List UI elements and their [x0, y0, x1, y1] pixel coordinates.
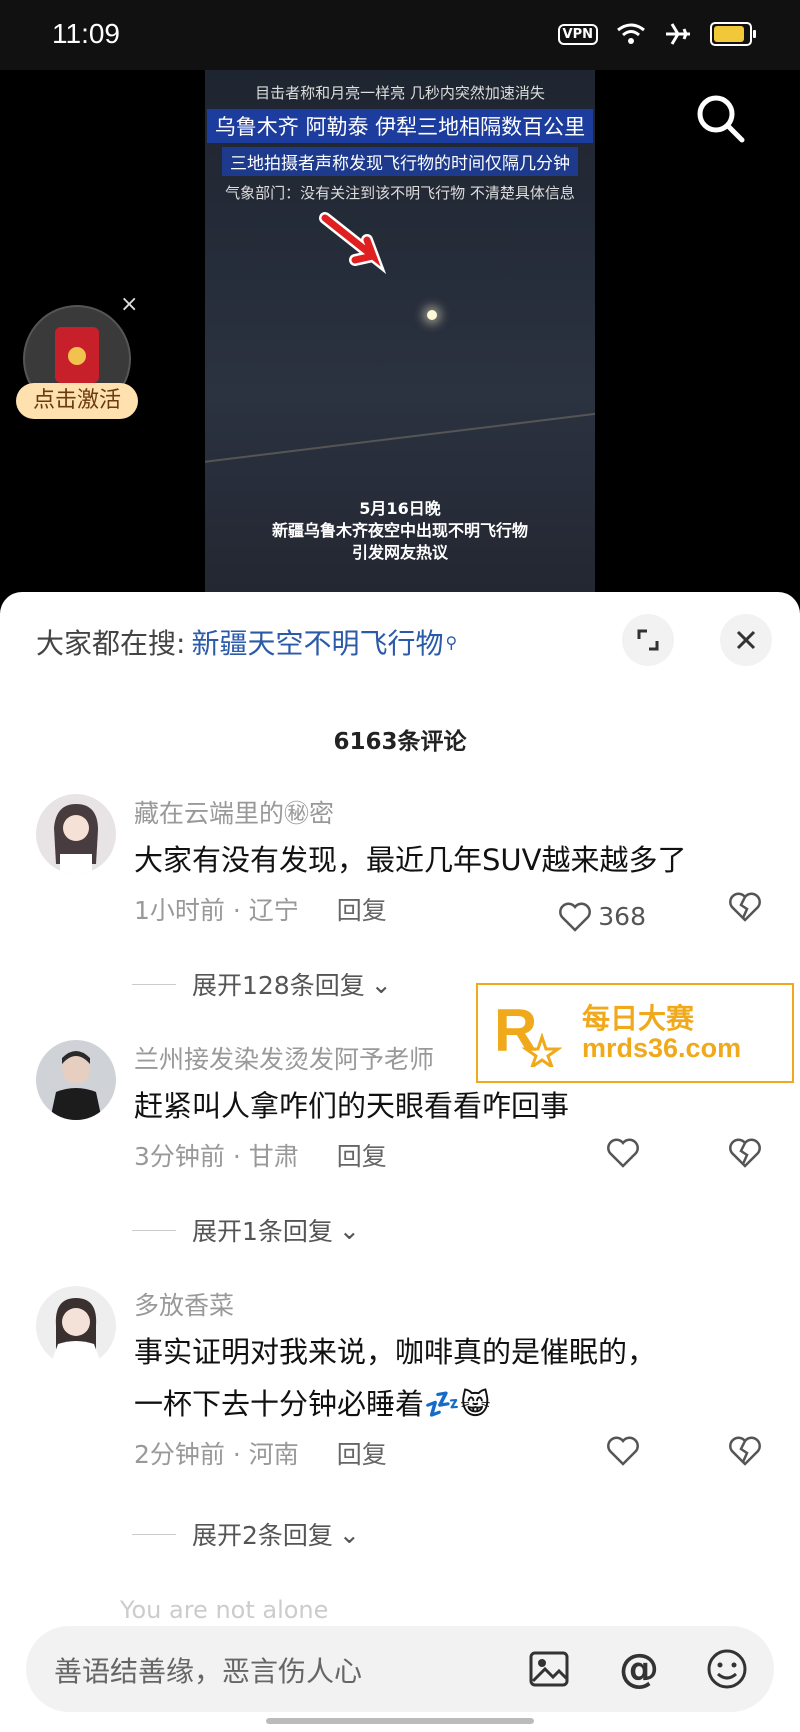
comment-meta: 3分钟前 · 甘肃 回复	[134, 1132, 766, 1182]
trending-term[interactable]: 新疆天空不明飞行物	[191, 622, 443, 662]
mention-icon[interactable]: @	[614, 1644, 664, 1694]
comment-meta: 2分钟前 · 河南 回复	[134, 1430, 766, 1480]
avatar[interactable]	[36, 794, 116, 874]
logo-icon: R	[494, 997, 562, 1067]
dislike-icon[interactable]	[728, 1138, 762, 1168]
chevron-down-icon: ⌄	[338, 1215, 360, 1245]
red-arrow-icon	[319, 212, 387, 275]
comment-meta: 1小时前 · 辽宁 回复 368	[134, 886, 766, 936]
like-count: 368	[598, 902, 646, 931]
battery-icon	[710, 22, 756, 46]
heart-icon	[607, 1138, 639, 1168]
vpn-icon: VPN	[557, 23, 598, 45]
chevron-down-icon: ⌄	[338, 1519, 360, 1549]
heart-icon	[559, 902, 592, 932]
like-button[interactable]	[606, 1138, 646, 1168]
comment-username[interactable]: 多放香菜	[134, 1286, 766, 1326]
next-comment-username: You are not alone	[120, 1596, 329, 1624]
caption-line: 引发网友热议	[351, 543, 448, 562]
airplane-icon	[666, 23, 690, 45]
expand-replies-label: 展开2条回复	[192, 1521, 333, 1550]
expand-replies-label: 展开1条回复	[192, 1217, 333, 1246]
trending-search[interactable]: 大家都在搜: 新疆天空不明飞行物 ⚲	[36, 622, 457, 662]
video-player[interactable]: 目击者称和月亮一样亮 几秒内突然加速消失 乌鲁木齐 阿勒泰 伊犁三地相隔数百公里…	[0, 70, 800, 610]
power-wire	[205, 410, 595, 464]
close-panel-button[interactable]	[720, 614, 772, 666]
comment-text: 大家有没有发现，最近几年SUV越来越多了	[134, 843, 687, 877]
status-bar: 11:09 VPN	[0, 0, 800, 70]
comment-text: 赶紧叫人拿咋们的天眼看看咋回事	[134, 1089, 570, 1123]
watermark-url: mrds36.com	[582, 1033, 742, 1063]
reply-button[interactable]: 回复	[337, 896, 387, 925]
status-time: 11:09	[52, 18, 120, 49]
comment-input[interactable]: 善语结善缘，恶言伤人心 @	[26, 1626, 774, 1712]
red-packet-widget[interactable]: 点击激活	[16, 305, 138, 419]
wifi-icon	[617, 23, 645, 44]
avatar[interactable]	[36, 1040, 116, 1120]
caption-line: 新疆乌鲁木齐夜空中出现不明飞行物	[271, 521, 528, 540]
search-icon[interactable]	[692, 90, 748, 146]
watermark-badge: R 每日大赛 mrds36.com	[476, 983, 794, 1083]
dislike-icon[interactable]	[728, 1436, 762, 1466]
reply-button[interactable]: 回复	[337, 1440, 387, 1469]
chevron-down-icon: ⌄	[370, 969, 392, 999]
like-button[interactable]: 368	[558, 892, 646, 942]
status-icons: VPN	[557, 22, 756, 46]
caption-line: 目击者称和月亮一样亮 几秒内突然加速消失	[255, 84, 545, 102]
comment-time-location: 3分钟前 · 甘肃	[134, 1142, 299, 1171]
home-indicator[interactable]	[266, 1718, 534, 1724]
comment-input-placeholder: 善语结善缘，恶言伤人心	[54, 1655, 363, 1688]
comment-text: 事实证明对我来说，咖啡真的是催眠的，	[134, 1335, 657, 1369]
activate-button[interactable]: 点击激活	[16, 383, 138, 419]
battery-level	[714, 26, 745, 42]
comment-username[interactable]: 藏在云端里的㊙密	[134, 794, 766, 834]
comment-time-location: 1小时前 · 辽宁	[134, 896, 299, 925]
dislike-icon[interactable]	[728, 892, 762, 922]
expand-replies-button[interactable]: 展开128条回复 ⌄	[132, 966, 392, 1002]
expand-replies-button[interactable]: 展开2条回复 ⌄	[132, 1516, 360, 1552]
video-frame[interactable]: 目击者称和月亮一样亮 几秒内突然加速消失 乌鲁木齐 阿勒泰 伊犁三地相隔数百公里…	[205, 70, 595, 610]
avatar[interactable]	[36, 1286, 116, 1366]
ufo-light	[427, 310, 437, 320]
comment-count: 6163条评论	[333, 729, 467, 755]
caption-line: 三地拍摄者声称发现飞行物的时间仅隔几分钟	[222, 147, 578, 176]
heart-icon	[607, 1436, 639, 1466]
caption-line: 乌鲁木齐 阿勒泰 伊犁三地相隔数百公里	[206, 109, 594, 143]
search-small-icon: ⚲	[445, 632, 458, 652]
video-captions-top: 目击者称和月亮一样亮 几秒内突然加速消失 乌鲁木齐 阿勒泰 伊犁三地相隔数百公里…	[205, 80, 595, 205]
caption-line: 气象部门：没有关注到该不明飞行物 不清楚具体信息	[225, 184, 575, 202]
image-icon[interactable]	[524, 1644, 574, 1694]
comment-text: 一杯下去十分钟必睡着💤😸	[134, 1387, 491, 1421]
reply-button[interactable]: 回复	[337, 1142, 387, 1171]
like-button[interactable]	[606, 1436, 646, 1466]
expand-replies-button[interactable]: 展开1条回复 ⌄	[132, 1212, 360, 1248]
emoji-icon[interactable]	[702, 1644, 752, 1694]
caption-line: 5月16日晚	[359, 499, 441, 518]
comment-time-location: 2分钟前 · 河南	[134, 1440, 299, 1469]
comment-item: 多放香菜 事实证明对我来说，咖啡真的是催眠的， 一杯下去十分钟必睡着💤😸 2分钟…	[36, 1286, 766, 1516]
trending-label: 大家都在搜:	[36, 627, 186, 660]
expand-replies-label: 展开128条回复	[192, 971, 365, 1000]
expand-icon[interactable]	[622, 614, 674, 666]
video-captions-bottom: 5月16日晚 新疆乌鲁木齐夜空中出现不明飞行物 引发网友热议	[205, 498, 595, 564]
watermark-title: 每日大赛	[582, 1002, 695, 1035]
